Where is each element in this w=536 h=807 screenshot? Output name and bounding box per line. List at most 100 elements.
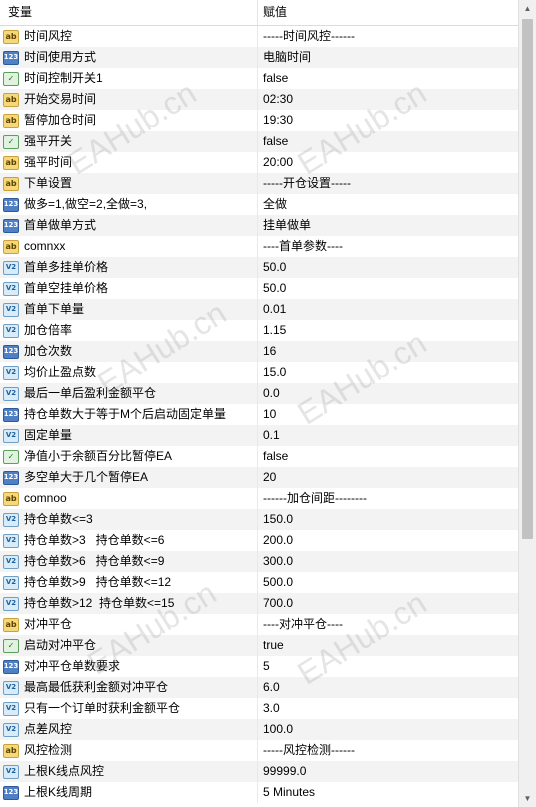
table-row[interactable]: V2 最后一单后盈利金额平仓 0.0 bbox=[0, 383, 518, 404]
table-row[interactable]: V2 最高最低获利金额对冲平仓 6.0 bbox=[0, 677, 518, 698]
table-row[interactable]: ab 暂停加仓时间 19:30 bbox=[0, 110, 518, 131]
scroll-down-arrow-icon[interactable]: ▼ bbox=[519, 790, 536, 807]
table-row[interactable]: V2 固定单量 0.1 bbox=[0, 425, 518, 446]
table-row[interactable]: ab 对冲平仓 ----对冲平仓---- bbox=[0, 614, 518, 635]
table-row[interactable]: V2 加仓倍率 1.15 bbox=[0, 320, 518, 341]
variable-value[interactable]: ------加仓间距-------- bbox=[258, 488, 518, 509]
variable-value[interactable]: 15.0 bbox=[258, 362, 518, 383]
variable-value[interactable]: false bbox=[258, 131, 518, 152]
table-row[interactable]: ab comnoo ------加仓间距-------- bbox=[0, 488, 518, 509]
integer-type-icon: 123 bbox=[3, 50, 19, 65]
scrollbar-thumb[interactable] bbox=[522, 19, 533, 539]
variable-value[interactable]: 10 bbox=[258, 404, 518, 425]
variable-value[interactable]: 300.0 bbox=[258, 551, 518, 572]
table-row[interactable]: V2 只有一个订单时获利金额平仓 3.0 bbox=[0, 698, 518, 719]
variable-name: 首单做单方式 bbox=[24, 218, 97, 232]
variable-value[interactable]: 700.0 bbox=[258, 593, 518, 614]
table-row[interactable]: 123 时间使用方式 电脑时间 bbox=[0, 47, 518, 68]
variable-name: 开始交易时间 bbox=[24, 92, 97, 106]
table-row[interactable]: ✓ 净值小于余额百分比暂停EA false bbox=[0, 446, 518, 467]
table-row[interactable]: 123 持仓单数大于等于M个后启动固定单量 10 bbox=[0, 404, 518, 425]
variable-name-cell: V2 只有一个订单时获利金额平仓 bbox=[0, 698, 258, 719]
variable-value[interactable]: 0.01 bbox=[258, 299, 518, 320]
table-row[interactable]: V2 上根K线点风控 99999.0 bbox=[0, 761, 518, 782]
table-row[interactable]: V2 持仓单数<=3 150.0 bbox=[0, 509, 518, 530]
table-row[interactable]: ab comnxx ----首单参数---- bbox=[0, 236, 518, 257]
variable-value[interactable]: -----开仓设置----- bbox=[258, 173, 518, 194]
column-header-variable[interactable]: 变量 bbox=[0, 0, 258, 25]
variable-name: 多空单大于几个暂停EA bbox=[24, 470, 149, 484]
variable-value[interactable]: 200.0 bbox=[258, 530, 518, 551]
string-type-icon: ab bbox=[3, 155, 19, 170]
variable-value[interactable]: 5 bbox=[258, 656, 518, 677]
double-type-icon: V2 bbox=[3, 596, 19, 611]
table-row[interactable]: ab 强平时间 20:00 bbox=[0, 152, 518, 173]
table-row[interactable]: ✓ 强平开关 false bbox=[0, 131, 518, 152]
table-row[interactable]: ✓ 启动对冲平仓 true bbox=[0, 635, 518, 656]
variable-value[interactable]: 3.0 bbox=[258, 698, 518, 719]
variable-value[interactable]: 挂单做单 bbox=[258, 215, 518, 236]
variable-name-cell: V2 最后一单后盈利金额平仓 bbox=[0, 383, 258, 404]
variable-value[interactable]: ----首单参数---- bbox=[258, 236, 518, 257]
variable-name-cell: 123 做多=1,做空=2,全做=3, bbox=[0, 194, 258, 215]
double-type-icon: V2 bbox=[3, 701, 19, 716]
variable-name-cell: V2 固定单量 bbox=[0, 425, 258, 446]
vertical-scrollbar[interactable]: ▲ ▼ bbox=[518, 0, 536, 807]
variable-value[interactable]: 99999.0 bbox=[258, 761, 518, 782]
table-row[interactable]: 123 加仓次数 16 bbox=[0, 341, 518, 362]
table-row[interactable]: 123 做多=1,做空=2,全做=3, 全做 bbox=[0, 194, 518, 215]
table-row[interactable]: V2 持仓单数>6 持仓单数<=9 300.0 bbox=[0, 551, 518, 572]
table-row[interactable]: V2 持仓单数>3 持仓单数<=6 200.0 bbox=[0, 530, 518, 551]
variable-value[interactable]: 1.15 bbox=[258, 320, 518, 341]
table-row[interactable]: ✓ 时间控制开关1 false bbox=[0, 68, 518, 89]
table-row[interactable]: 123 多空单大于几个暂停EA 20 bbox=[0, 467, 518, 488]
table-row[interactable]: ab 风控检测 -----风控检测------ bbox=[0, 740, 518, 761]
variable-value[interactable]: 500.0 bbox=[258, 572, 518, 593]
variable-value[interactable]: -----时间风控------ bbox=[258, 26, 518, 47]
variable-value[interactable]: ----对冲平仓---- bbox=[258, 614, 518, 635]
variable-value[interactable]: 150.0 bbox=[258, 509, 518, 530]
table-row[interactable]: V2 首单多挂单价格 50.0 bbox=[0, 257, 518, 278]
variable-value[interactable]: 50.0 bbox=[258, 278, 518, 299]
variable-value[interactable]: 100.0 bbox=[258, 719, 518, 740]
variable-value[interactable]: 50.0 bbox=[258, 257, 518, 278]
variable-name: 净值小于余额百分比暂停EA bbox=[24, 449, 173, 463]
variable-value[interactable]: 20 bbox=[258, 467, 518, 488]
variable-value[interactable]: 02:30 bbox=[258, 89, 518, 110]
table-row[interactable]: ab 开始交易时间 02:30 bbox=[0, 89, 518, 110]
table-row[interactable]: V2 首单空挂单价格 50.0 bbox=[0, 278, 518, 299]
variable-name-cell: ✓ 时间控制开关1 bbox=[0, 68, 258, 89]
scroll-up-arrow-icon[interactable]: ▲ bbox=[519, 0, 536, 17]
variable-value[interactable]: -----风控检测------ bbox=[258, 740, 518, 761]
variable-name: 时间控制开关1 bbox=[24, 71, 103, 85]
variable-name-cell: ✓ 强平开关 bbox=[0, 131, 258, 152]
variable-value[interactable]: false bbox=[258, 446, 518, 467]
column-header-value[interactable]: 赋值 bbox=[258, 0, 518, 25]
variable-name: 最高最低获利金额对冲平仓 bbox=[24, 680, 169, 694]
variable-value[interactable]: 6.0 bbox=[258, 677, 518, 698]
variable-value[interactable]: 20:00 bbox=[258, 152, 518, 173]
variable-name: 上根K线周期 bbox=[24, 785, 93, 799]
table-row[interactable]: V2 持仓单数>9 持仓单数<=12 500.0 bbox=[0, 572, 518, 593]
table-row[interactable]: 123 首单做单方式 挂单做单 bbox=[0, 215, 518, 236]
variable-value[interactable]: 19:30 bbox=[258, 110, 518, 131]
variable-name-cell: V2 持仓单数>6 持仓单数<=9 bbox=[0, 551, 258, 572]
variable-value[interactable]: true bbox=[258, 635, 518, 656]
variable-value[interactable]: 16 bbox=[258, 341, 518, 362]
variable-value[interactable]: 0.1 bbox=[258, 425, 518, 446]
table-row[interactable]: ab 时间风控 -----时间风控------ bbox=[0, 26, 518, 47]
table-row[interactable]: 123 上根K线周期 5 Minutes bbox=[0, 782, 518, 803]
variable-value[interactable]: 5 Minutes bbox=[258, 782, 518, 803]
table-row[interactable]: V2 均价止盈点数 15.0 bbox=[0, 362, 518, 383]
variable-name: 上根K线点风控 bbox=[24, 764, 105, 778]
variable-value[interactable]: 0.0 bbox=[258, 383, 518, 404]
table-row[interactable]: ab 下单设置 -----开仓设置----- bbox=[0, 173, 518, 194]
variable-value[interactable]: false bbox=[258, 68, 518, 89]
table-row[interactable]: V2 点差风控 100.0 bbox=[0, 719, 518, 740]
variable-value[interactable]: 电脑时间 bbox=[258, 47, 518, 68]
variable-name-cell: 123 上根K线周期 bbox=[0, 782, 258, 803]
table-row[interactable]: 123 对冲平仓单数要求 5 bbox=[0, 656, 518, 677]
variable-value[interactable]: 全做 bbox=[258, 194, 518, 215]
table-row[interactable]: V2 持仓单数>12 持仓单数<=15 700.0 bbox=[0, 593, 518, 614]
table-row[interactable]: V2 首单下单量 0.01 bbox=[0, 299, 518, 320]
